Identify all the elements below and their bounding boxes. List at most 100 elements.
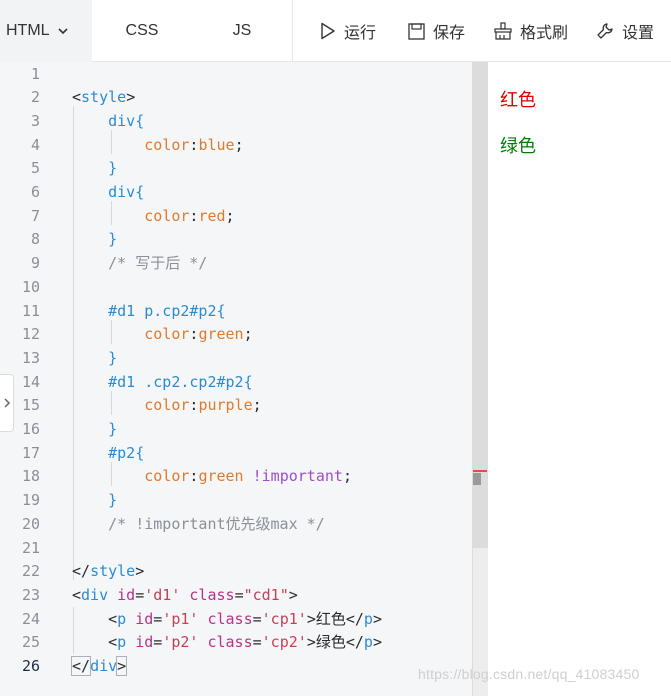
code-token: >绿色</	[306, 633, 364, 652]
code-line[interactable]: 15 color:purple;	[0, 394, 472, 418]
code-line[interactable]: 5 }	[0, 157, 472, 181]
code-token: ;	[225, 206, 235, 225]
code-line[interactable]: 3 div{	[0, 110, 472, 134]
code-token: ;	[342, 467, 352, 486]
line-number: 18	[21, 467, 40, 486]
code-text: color:blue;	[72, 134, 243, 158]
wrench-icon	[597, 23, 613, 39]
code-token: class	[207, 633, 253, 652]
code-text: /* 写于后 */	[72, 252, 207, 276]
code-line[interactable]: 6 div{	[0, 181, 472, 205]
code-line[interactable]: 23 <div id='d1' class="cd1">	[0, 584, 472, 608]
code-line[interactable]: 2 <style>	[0, 86, 472, 110]
code-token: >	[126, 88, 136, 107]
code-token: p	[117, 609, 136, 628]
code-token: #d1 .cp2.cp2#p2{	[72, 372, 253, 391]
watermark: https://blog.csdn.net/qq_41083450	[418, 666, 640, 682]
code-token: >	[116, 656, 128, 676]
tab-html-label: HTML	[6, 22, 50, 39]
code-line[interactable]: 11 #d1 p.cp2#p2{	[0, 300, 472, 324]
settings-button[interactable]: 设置	[596, 0, 654, 62]
code-token: green	[198, 467, 253, 486]
code-line[interactable]: 25 <p id='p2' class='cp2'>绿色</p>	[0, 631, 472, 655]
code-token: id	[135, 633, 154, 652]
code-token: class	[207, 609, 253, 628]
code-token: blue	[198, 135, 235, 154]
side-panel-toggle[interactable]	[0, 374, 14, 432]
code-token: }	[72, 420, 118, 438]
code-token: color	[72, 325, 190, 344]
code-text: color:green;	[72, 323, 252, 347]
code-line[interactable]: 12 color:green;	[0, 323, 472, 347]
code-line[interactable]: 14 #d1 .cp2.cp2#p2{	[0, 371, 472, 395]
code-token: div	[81, 585, 118, 604]
code-line[interactable]: 8 }	[0, 228, 472, 252]
code-token: p	[363, 633, 373, 652]
chevron-down-icon	[57, 28, 68, 35]
code-line[interactable]: 24 <p id='p1' class='cp1'>红色</p>	[0, 608, 472, 632]
code-token: div{	[72, 111, 145, 130]
code-token: color	[72, 135, 190, 154]
code-text: div{	[72, 181, 144, 205]
code-text: color:purple;	[72, 394, 261, 418]
code-line[interactable]: 9 /* 写于后 */	[0, 252, 472, 276]
code-text: }	[72, 157, 117, 181]
line-number: 12	[21, 325, 40, 344]
code-line[interactable]: 16 }	[0, 418, 472, 442]
editor-scrollbar[interactable]	[472, 62, 488, 696]
code-line[interactable]: 22 </style>	[0, 560, 472, 584]
save-button[interactable]: 保存	[408, 0, 465, 62]
code-token: purple	[198, 396, 253, 415]
code-line[interactable]: 19 }	[0, 489, 472, 513]
code-token: id	[135, 609, 154, 628]
code-text: <p id='p1' class='cp1'>红色</p>	[72, 608, 382, 632]
code-token: =	[234, 585, 244, 604]
code-text: }	[72, 489, 117, 513]
code-text: </style>	[72, 560, 144, 584]
code-text: /* !important优先级max */	[72, 513, 325, 537]
code-line[interactable]: 13 }	[0, 347, 472, 371]
line-number: 22	[21, 562, 40, 581]
format-button[interactable]: 格式刷	[494, 0, 568, 62]
code-line[interactable]: 21	[0, 537, 472, 561]
code-token: =	[153, 633, 163, 652]
code-token: red	[198, 206, 226, 225]
line-number: 4	[30, 135, 40, 154]
run-button[interactable]: 运行	[320, 0, 376, 62]
tab-css-label: CSS	[125, 22, 159, 39]
scrollbar-marker	[473, 470, 487, 472]
code-line[interactable]: 26 </div>	[0, 655, 472, 679]
tab-js[interactable]: JS	[192, 0, 292, 62]
preview-paragraph-p2: 绿色	[500, 136, 536, 157]
tab-html[interactable]: HTML	[0, 0, 92, 62]
line-number: 10	[21, 277, 40, 296]
code-token: }	[72, 159, 118, 178]
code-line[interactable]: 4 color:blue;	[0, 134, 472, 158]
code-token: 'p2'	[162, 633, 208, 652]
code-token: >	[288, 585, 298, 604]
code-token: /* 写于后 */	[72, 254, 208, 273]
code-text: #d1 p.cp2#p2{	[72, 300, 225, 324]
line-number: 21	[21, 538, 40, 557]
code-line[interactable]: 10	[0, 276, 472, 300]
code-line[interactable]: 18 color:green !important;	[0, 465, 472, 489]
code-token: }	[72, 230, 118, 249]
code-line[interactable]: 7 color:red;	[0, 205, 472, 229]
code-token: "cd1"	[243, 585, 289, 604]
code-token: color	[72, 467, 190, 486]
code-token: >红色</	[306, 609, 364, 628]
scrollbar-handle[interactable]	[473, 473, 481, 485]
code-token: p	[363, 609, 373, 628]
code-line[interactable]: 1	[0, 63, 472, 87]
tab-css[interactable]: CSS	[92, 0, 192, 62]
code-line[interactable]: 20 /* !important优先级max */	[0, 513, 472, 537]
line-number: 3	[30, 111, 40, 130]
code-text: div{	[72, 110, 144, 134]
code-token: =	[252, 633, 262, 652]
code-token: <	[72, 88, 82, 107]
code-editor[interactable]: 1 2 <style> 3 div{4 color:blue; 5 } 6 div{7 c…	[0, 62, 472, 696]
code-token: >	[372, 633, 382, 652]
code-token: <	[72, 585, 82, 604]
code-line[interactable]: 17 #p2{	[0, 442, 472, 466]
code-token: =	[252, 609, 262, 628]
